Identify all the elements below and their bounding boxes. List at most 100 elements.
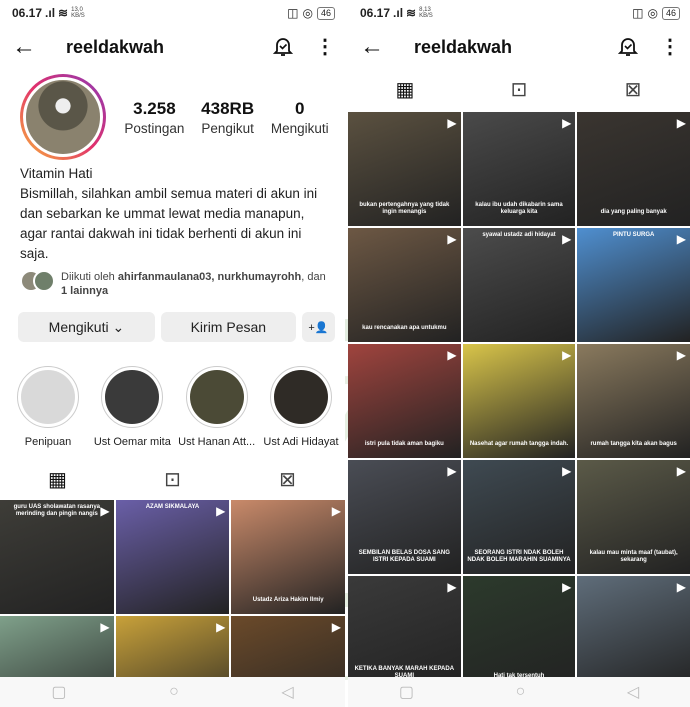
highlight-item[interactable]: Ust Oemar mita (90, 366, 174, 448)
more-options-icon[interactable]: ⋮ (660, 37, 680, 57)
profile-username: reeldakwah (66, 36, 165, 57)
reel-icon: ▶ (447, 464, 457, 478)
battery-indicator: 46 (661, 6, 680, 20)
post-caption: Ustadz Ariza Hakim Ilmiy (252, 597, 324, 603)
post-caption: Nasehat agar rumah tangga indah. (469, 441, 569, 447)
post-thumbnail[interactable]: ▶ kalau mau minta maaf (taubat), sekarang (577, 460, 690, 574)
stat-posts[interactable]: 3.258 Postingan (124, 99, 184, 136)
mutual-names: ahirfanmaulana03, nurkhumayrohh (117, 271, 302, 283)
post-thumbnail[interactable]: ▶ SEORANG ISTRI NDAK BOLEH NDAK BOLEH MAR… (462, 460, 576, 574)
more-options-icon[interactable]: ⋮ (315, 37, 335, 57)
post-thumbnail[interactable]: ▶ AZAM SIKMALAYA (115, 500, 230, 614)
post-caption: bukan pertengahnya yang tidak ingin mena… (359, 202, 450, 215)
status-bar: 06.17 .ıl ≋ 8,13 KB/S ◫ ◎ 46 (348, 0, 690, 26)
highlight-label: Ust Oemar mita (93, 436, 171, 448)
reels-tab-icon[interactable]: ⊡ (489, 79, 549, 101)
tagged-tab-icon[interactable]: ⊠ (603, 79, 663, 101)
profile-header: ← reeldakwah ⋮ (348, 26, 690, 68)
recents-icon[interactable]: ▢ (51, 682, 66, 702)
back-nav-icon[interactable]: ◁ (281, 682, 293, 702)
reels-tab-icon[interactable]: ⊡ (143, 469, 203, 491)
network-speed-unit: KB/S (419, 13, 433, 19)
highlight-cover (269, 366, 332, 428)
system-nav-bar: ▢ ○ ◁ (348, 677, 690, 707)
profile-username: reeldakwah (414, 36, 513, 57)
post-thumbnail[interactable]: ▶ istri pula tidak aman bagiku (348, 344, 461, 458)
profile-screen-right: 06.17 .ıl ≋ 8,13 KB/S ◫ ◎ 46 ← reeldakwah ⋮… (348, 0, 690, 707)
battery-indicator: 46 (316, 6, 335, 20)
back-nav-icon[interactable]: ◁ (627, 682, 639, 702)
post-thumbnail[interactable]: ▶ Hati tak tersentuh (462, 576, 576, 690)
avatar[interactable] (20, 74, 106, 160)
status-time: 06.17 (12, 6, 43, 20)
vibrate-icon: ◫ (632, 6, 644, 20)
reel-icon: ▶ (676, 464, 686, 478)
system-nav-bar: ▢ ○ ◁ (0, 677, 345, 707)
back-arrow-icon[interactable]: ← (12, 33, 52, 61)
mutual-avatars (20, 270, 55, 292)
followed-by[interactable]: Diikuti oleh ahirfanmaulana03, nurkhumay… (0, 264, 345, 298)
highlight-cover (101, 366, 164, 428)
highlight-item[interactable]: Ust Hanan Att... (175, 366, 259, 448)
post-thumbnail[interactable]: ▶ (577, 576, 690, 690)
mutual-more: 1 lainnya (61, 285, 109, 297)
profile-header: ← reeldakwah ⋮ (0, 26, 345, 68)
post-thumbnail[interactable]: ▶ kalau ibu udah dikabarin sama keluarga … (462, 112, 576, 226)
post-thumbnail[interactable]: ▶ bukan pertengahnya yang tidak ingin men… (348, 112, 461, 226)
tagged-tab-icon[interactable]: ⊠ (258, 469, 318, 491)
post-caption: rumah tangga kita akan bagus (590, 441, 677, 447)
highlight-item[interactable]: Ust Adi Hidayat (259, 366, 343, 448)
home-icon[interactable]: ○ (169, 683, 179, 701)
post-thumbnail[interactable]: ▶ kau rencanakan apa untukmu (348, 228, 461, 342)
reel-icon: ▶ (447, 348, 457, 362)
stat-followers[interactable]: 438RB Pengikut (201, 99, 254, 136)
back-arrow-icon[interactable]: ← (360, 33, 400, 61)
reel-icon: ▶ (447, 116, 457, 130)
notification-bell-icon[interactable] (618, 36, 638, 58)
reel-icon: ▶ (676, 580, 686, 594)
message-button[interactable]: Kirim Pesan (160, 312, 296, 342)
content-tabs: ▦ ⊡ ⊠ (0, 460, 345, 500)
post-thumbnail[interactable]: ▶ guru UAS sholawatan rasanya merinding d… (0, 500, 114, 614)
profile-screen-left: 06.17 .ıl ≋ 13,0 KB/S ◫ ◎ 46 ← reeldakwah ⋮… (0, 0, 345, 707)
wifi-icon: ≋ (406, 6, 417, 20)
highlight-label: Ust Adi Hidayat (263, 436, 339, 448)
status-bar: 06.17 .ıl ≋ 13,0 KB/S ◫ ◎ 46 (0, 0, 345, 26)
post-caption: kau rencanakan apa untukmu (362, 325, 447, 331)
post-caption: kalau ibu udah dikabarin sama keluarga k… (475, 202, 563, 215)
grid-tab-icon[interactable]: ▦ (28, 469, 88, 491)
highlight-cover (185, 366, 248, 428)
posts-grid: ▶ guru UAS sholawatan rasanya merinding d… (0, 500, 345, 707)
reel-icon: ▶ (562, 348, 572, 362)
reel-icon: ▶ (562, 464, 572, 478)
posts-grid: ▶ bukan pertengahnya yang tidak ingin men… (348, 112, 690, 690)
post-thumbnail[interactable]: ▶ rumah tangga kita akan bagus (577, 344, 690, 458)
bio-text: Bismillah, silahkan ambil semua materi d… (20, 186, 318, 261)
profile-display-name: Vitamin Hati (20, 166, 93, 181)
highlight-item[interactable]: Penipuan (6, 366, 90, 448)
recents-icon[interactable]: ▢ (399, 682, 414, 702)
post-thumbnail[interactable]: ▶ syawal ustadz adi hidayat (462, 228, 576, 342)
following-button[interactable]: Mengikuti ⌄ (18, 312, 155, 342)
post-thumbnail[interactable]: ▶ Ustadz Ariza Hakim Ilmiy (231, 500, 345, 614)
reel-icon: ▶ (100, 620, 110, 634)
highlight-label: Penipuan (24, 436, 72, 448)
post-thumbnail[interactable]: ▶ SEMBILAN BELAS DOSA SANG ISTRI KEPADA S… (348, 460, 461, 574)
stat-following[interactable]: 0 Mengikuti (271, 99, 329, 136)
signal-icon: .ıl (393, 6, 404, 20)
post-thumbnail[interactable]: ▶ KETIKA BANYAK MARAH KEPADA SUAMI (348, 576, 461, 690)
network-speed-unit: KB/S (71, 13, 85, 19)
alarm-icon: ◎ (647, 6, 658, 20)
signal-icon: .ıl (45, 6, 56, 20)
profile-bio: Vitamin Hati Bismillah, silahkan ambil s… (0, 160, 345, 264)
post-caption: istri pula tidak aman bagiku (364, 441, 444, 447)
add-user-button[interactable]: +👤 (301, 312, 335, 342)
post-thumbnail[interactable]: ▶ Nasehat agar rumah tangga indah. (462, 344, 576, 458)
home-icon[interactable]: ○ (516, 683, 526, 701)
notification-bell-icon[interactable] (273, 36, 293, 58)
post-thumbnail[interactable]: ▶ dia yang paling banyak (577, 112, 690, 226)
post-thumbnail[interactable]: ▶ PINTU SURGA (577, 228, 690, 342)
reel-icon: ▶ (216, 620, 226, 634)
post-caption: syawal ustadz adi hidayat (482, 232, 556, 238)
grid-tab-icon[interactable]: ▦ (375, 79, 435, 101)
